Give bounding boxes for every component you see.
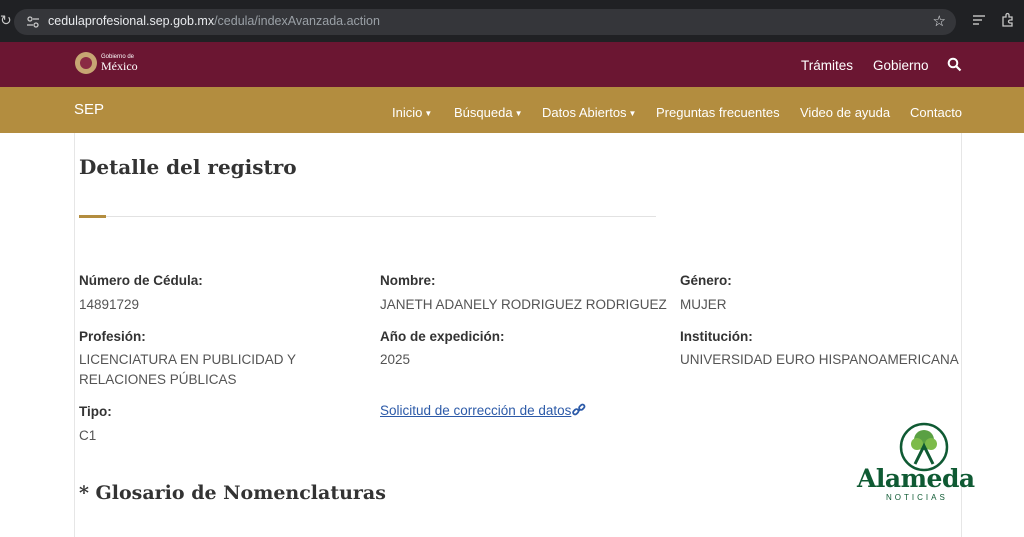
extensions-puzzle-icon[interactable]	[1000, 12, 1016, 28]
nombre-value: JANETH ADANELY RODRIGUEZ RODRIGUEZ	[380, 297, 667, 312]
institucion-value: UNIVERSIDAD EURO HISPANOAMERICANA	[680, 352, 959, 367]
gob-header: Gobierno de México Trámites Gobierno	[0, 42, 1024, 87]
caret-down-icon: ▼	[628, 109, 637, 118]
gob-mexico-logo[interactable]: Gobierno de México	[75, 52, 138, 74]
logo-big-text: México	[101, 59, 138, 73]
title-accent-bar	[79, 215, 106, 218]
watermark-name: Alameda	[857, 464, 975, 493]
cedula-value: 14891729	[79, 297, 140, 312]
nav-inicio[interactable]: Inicio ▼	[392, 105, 432, 120]
tipo-label: Tipo:	[79, 404, 112, 419]
profesion-value-line1: LICENCIATURA EN PUBLICIDAD Y	[79, 352, 297, 367]
profesion-value-line2: RELACIONES PÚBLICAS	[79, 372, 237, 387]
nombre-label: Nombre:	[380, 273, 436, 288]
national-seal-icon	[75, 52, 97, 74]
glossary-title: * Glosario de Nomenclaturas	[79, 482, 386, 504]
url-text[interactable]: cedulaprofesional.sep.gob.mx/cedula/inde…	[48, 14, 380, 28]
reload-icon[interactable]: ↻	[0, 12, 12, 29]
institucion-label: Institución:	[680, 329, 753, 344]
content-panel	[74, 133, 962, 537]
address-bar[interactable]: cedulaprofesional.sep.gob.mx/cedula/inde…	[14, 9, 956, 35]
cedula-label: Número de Cédula:	[79, 273, 203, 288]
bookmark-star-icon[interactable]: ☆	[933, 12, 946, 30]
gobierno-link[interactable]: Gobierno	[873, 58, 929, 73]
browser-toolbar: ↻ cedulaprofesional.sep.gob.mx/cedula/in…	[0, 0, 1024, 42]
nav-datos-abiertos[interactable]: Datos Abiertos ▼	[542, 105, 636, 120]
nav-contacto[interactable]: Contacto	[910, 105, 962, 120]
genero-value: MUJER	[680, 297, 727, 312]
profesion-label: Profesión:	[79, 329, 146, 344]
anio-label: Año de expedición:	[380, 329, 505, 344]
search-icon[interactable]	[947, 57, 962, 72]
tipo-value: C1	[79, 428, 97, 443]
genero-label: Género:	[680, 273, 732, 288]
nav-video-ayuda[interactable]: Video de ayuda	[800, 105, 890, 120]
title-divider	[79, 216, 656, 217]
nav-preguntas-frecuentes[interactable]: Preguntas frecuentes	[656, 105, 780, 120]
reading-list-icon[interactable]	[972, 14, 986, 26]
watermark-subtitle: NOTICIAS	[886, 493, 948, 502]
nav-busqueda[interactable]: Búsqueda ▼	[454, 105, 522, 120]
sep-navbar: SEP Inicio ▼ Búsqueda ▼ Datos Abiertos ▼ Pr…	[0, 87, 1024, 133]
site-settings-icon[interactable]	[26, 15, 40, 29]
page-title: Detalle del registro	[79, 155, 297, 179]
correction-request-link[interactable]: Solicitud de corrección de datos	[380, 403, 586, 418]
sep-title[interactable]: SEP	[74, 101, 104, 118]
url-domain: cedulaprofesional.sep.gob.mx	[48, 14, 215, 28]
caret-down-icon: ▼	[424, 109, 433, 118]
anio-value: 2025	[380, 352, 411, 367]
url-path: /cedula/indexAvanzada.action	[214, 14, 380, 28]
alameda-watermark: Alameda NOTICIAS	[852, 420, 997, 510]
caret-down-icon: ▼	[514, 109, 523, 118]
tramites-link[interactable]: Trámites	[801, 58, 853, 73]
chain-link-icon	[572, 403, 586, 416]
